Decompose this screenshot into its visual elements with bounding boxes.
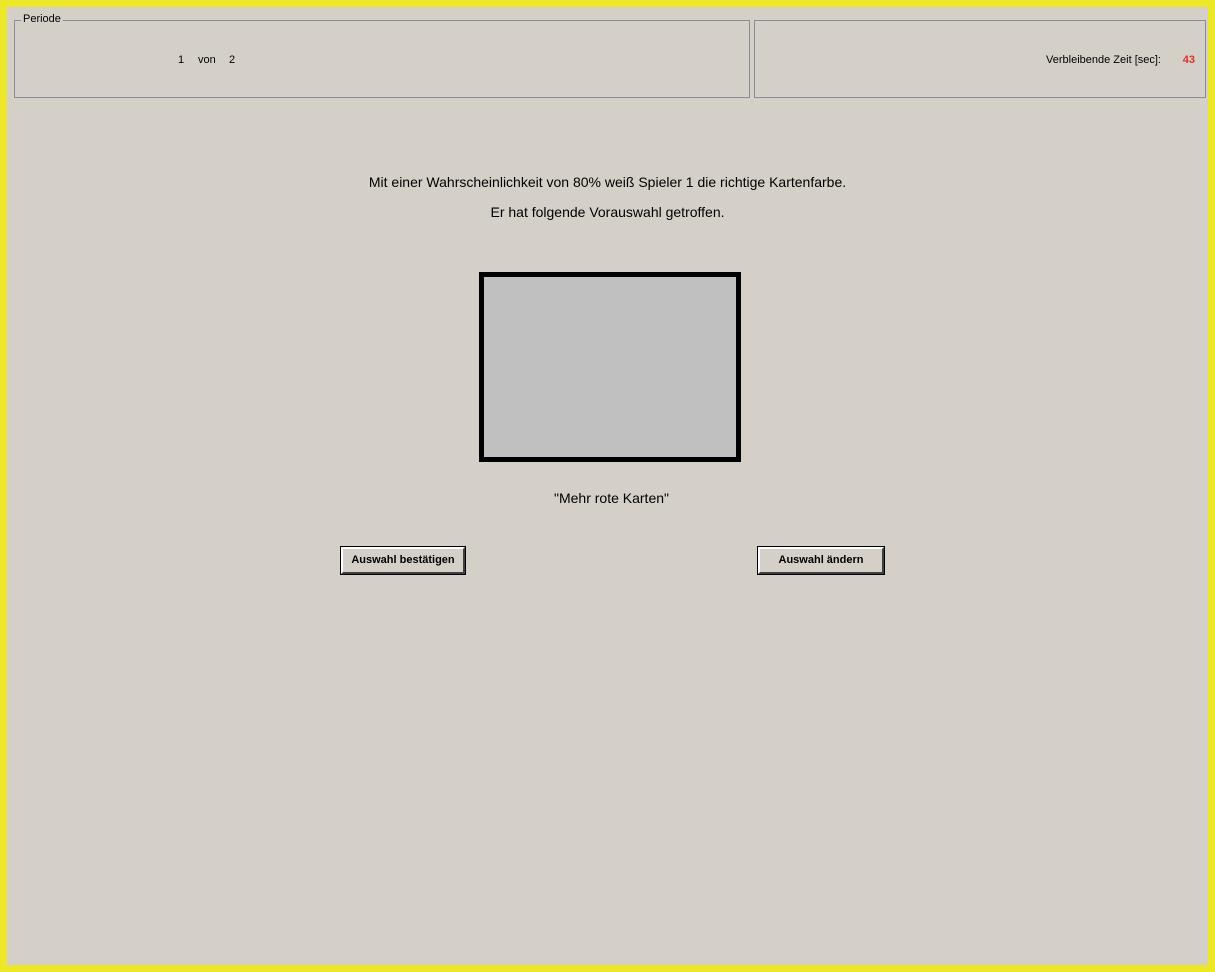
- change-selection-button[interactable]: Auswahl ändern: [757, 546, 885, 575]
- period-panel: Periode 1 von 2: [14, 12, 750, 98]
- timer-panel: Verbleibende Zeit [sec]: 43: [754, 20, 1206, 98]
- period-current: 1: [178, 54, 185, 66]
- remaining-time-label: Verbleibende Zeit [sec]:: [1046, 54, 1161, 66]
- confirm-selection-button[interactable]: Auswahl bestätigen: [340, 546, 466, 575]
- period-of-label: von: [198, 54, 216, 66]
- card-display: [479, 272, 741, 462]
- period-total: 2: [229, 54, 236, 66]
- preselection-info-text: Er hat folgende Vorauswahl getroffen.: [490, 204, 725, 220]
- period-legend: Periode: [21, 12, 63, 26]
- remaining-time-value: 43: [1182, 54, 1195, 66]
- probability-info-text: Mit einer Wahrscheinlichkeit von 80% wei…: [368, 174, 847, 190]
- app-window: Periode 1 von 2 Verbleibende Zeit [sec]:…: [7, 7, 1208, 965]
- preselection-caption: "Mehr rote Karten": [554, 490, 669, 506]
